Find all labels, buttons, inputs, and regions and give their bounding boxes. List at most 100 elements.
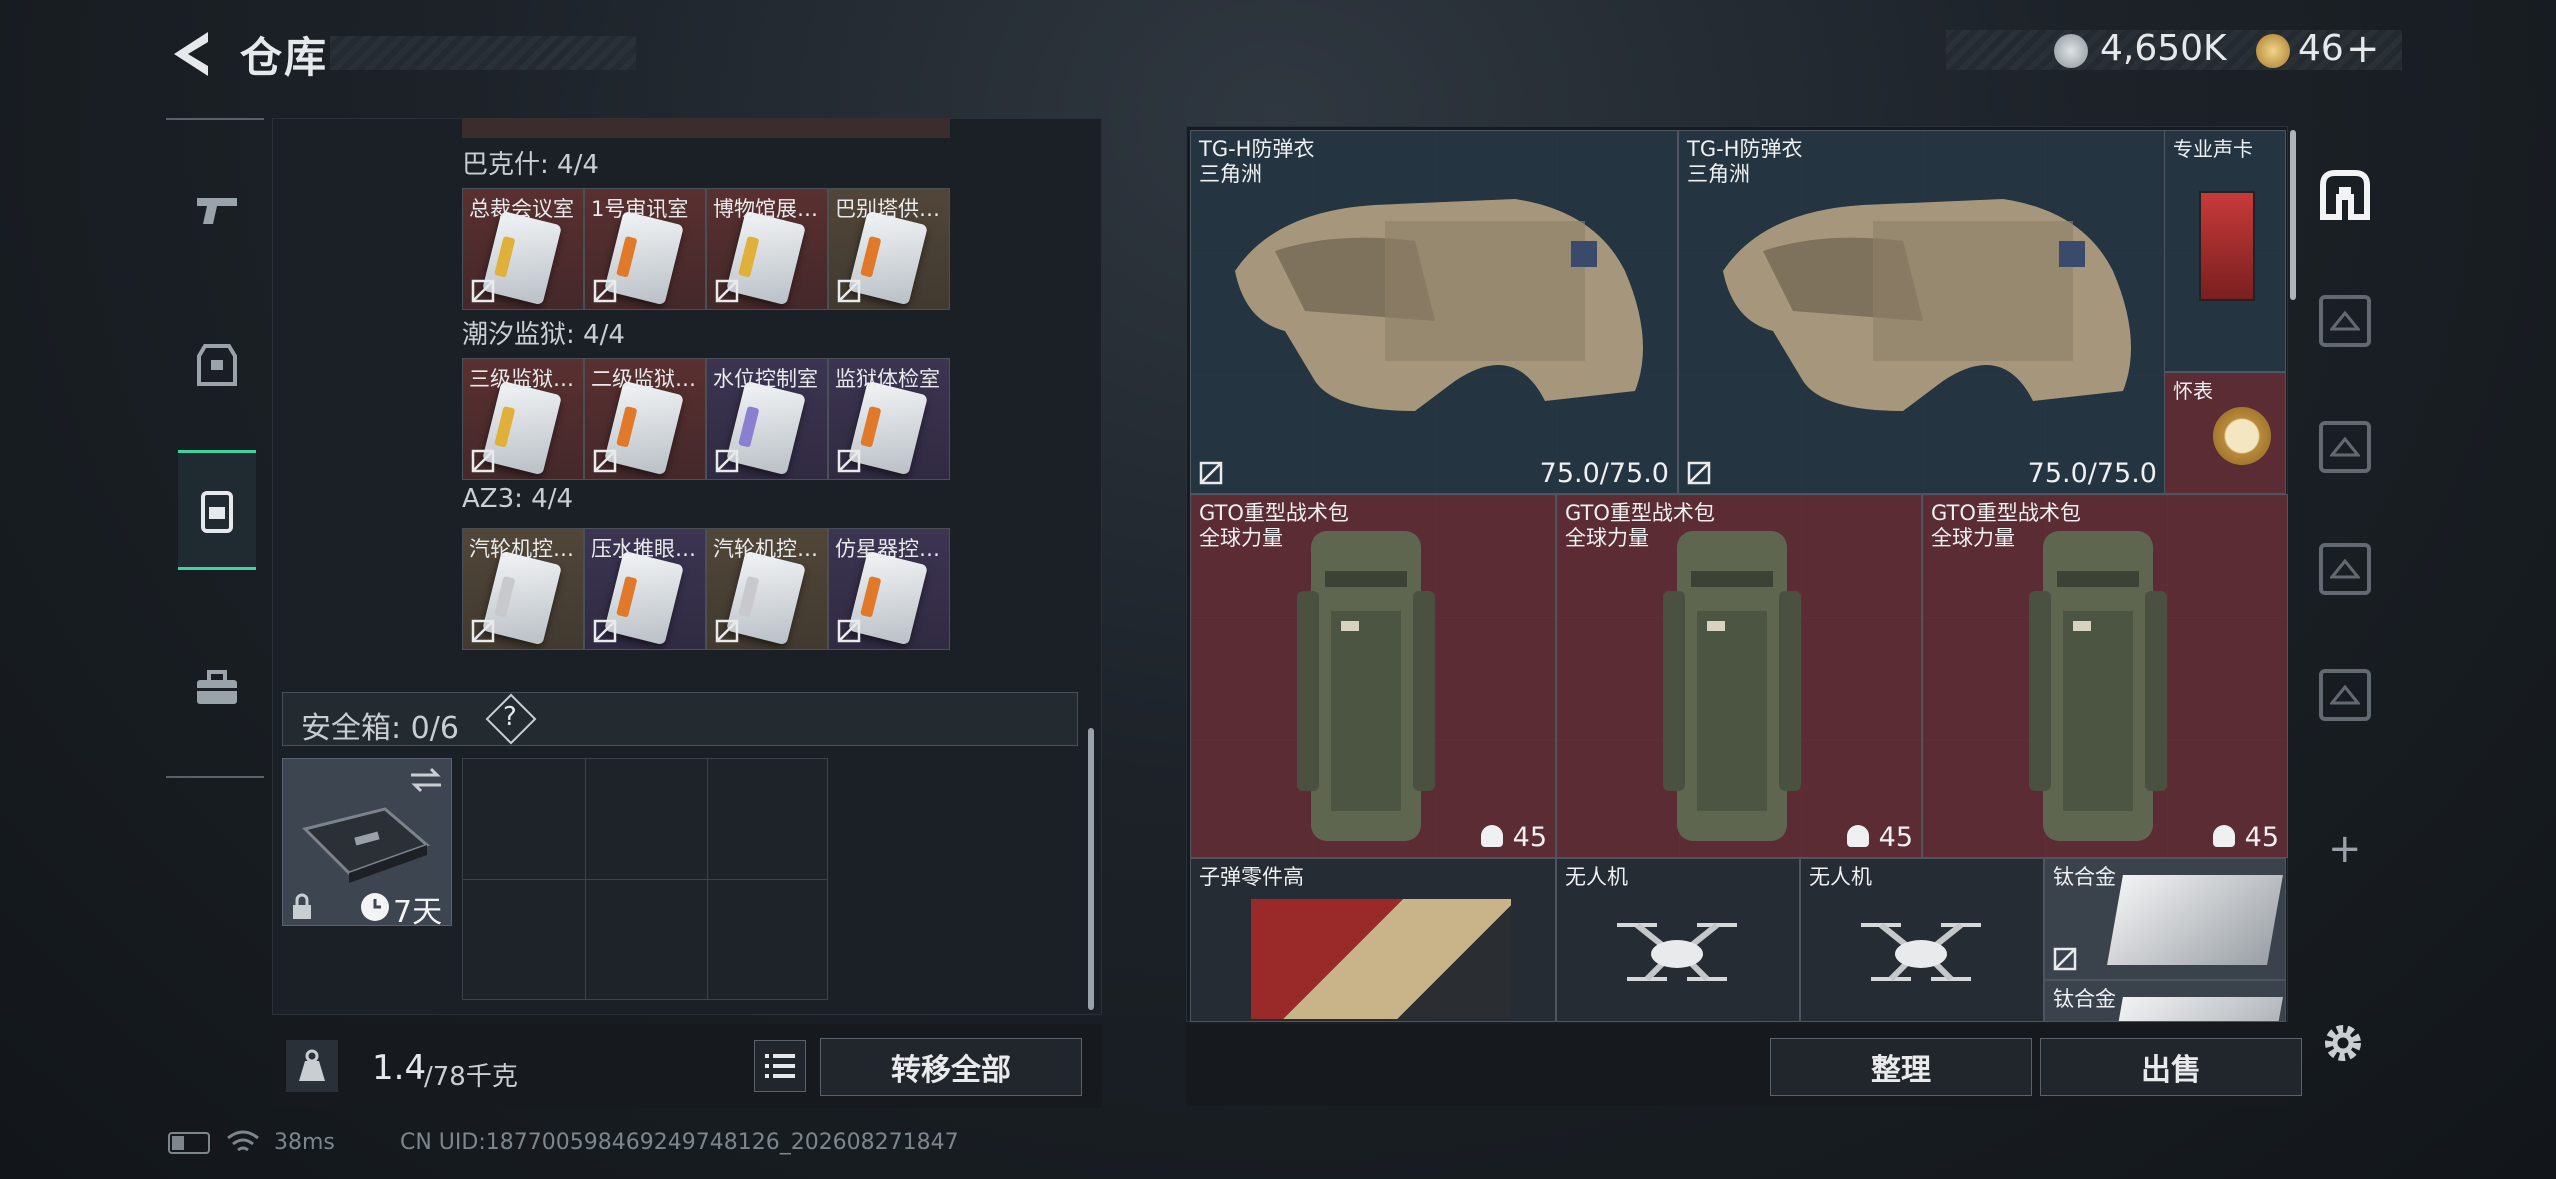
small-item[interactable]: 怀表 (2164, 372, 2286, 494)
stash-page-1-icon (2319, 295, 2371, 347)
titanium-image (2107, 875, 2283, 965)
help-icon[interactable]: ? (503, 702, 517, 732)
keycard-stripe (860, 405, 882, 448)
drone-image (1607, 909, 1747, 1003)
no-insure-icon (1687, 461, 1711, 485)
stash-item[interactable]: 无人机 (1800, 858, 2044, 1022)
battery-icon (168, 1132, 210, 1154)
keycard-stripe (616, 405, 638, 448)
keycard-stripe (494, 575, 516, 618)
weight-max: /78千克 (424, 1062, 518, 1092)
vest-item[interactable]: TG-H防弹衣 三角洲 75.0/75.0 (1678, 130, 2166, 494)
backpack-item[interactable]: GTO重型战术包 全球力量 45 (1922, 494, 2288, 858)
add-currency-button[interactable]: + (2346, 26, 2380, 72)
keycard-label: 巴别塔供… (835, 197, 940, 221)
coin-icon (2054, 34, 2088, 68)
no-insure-icon (837, 279, 861, 303)
keycard-item[interactable]: 巴别塔供… (828, 188, 950, 310)
capacity-icon (2213, 825, 2235, 847)
safe-box-item[interactable]: 7天 (282, 758, 452, 930)
nav-cases[interactable] (178, 628, 256, 748)
safe-box-grid[interactable] (462, 758, 828, 1000)
add-stash-page-button[interactable]: + (2328, 826, 2362, 872)
item-name: GTO重型战术包 (1931, 501, 2081, 525)
stash-item[interactable]: 钛合金 (2044, 980, 2286, 1022)
stash-item[interactable]: 无人机 (1556, 858, 1800, 1022)
item-name: 怀表 (2173, 379, 2213, 403)
nav-weapons[interactable] (178, 150, 256, 270)
keycard-item[interactable]: 三级监狱… (462, 358, 584, 480)
keycard-item[interactable]: 汽轮机控… (706, 528, 828, 650)
keycard-stripe (494, 235, 516, 278)
vest-image (1215, 191, 1655, 425)
backpack-icon (201, 491, 233, 533)
safe-box-header: 安全箱: 0/6 ? (282, 692, 1078, 746)
item-brand: 全球力量 (1931, 526, 2015, 550)
small-item[interactable]: 专业声卡 (2164, 130, 2286, 372)
uid-text: CN UID:18770059846924974812​6_2026082718… (400, 1130, 959, 1155)
keycard-stripe (860, 235, 882, 278)
keycard-item[interactable]: 二级监狱… (584, 358, 706, 480)
item-name: 专业声卡 (2173, 137, 2253, 161)
safe-box-label: 安全箱: 0/6 (301, 711, 459, 746)
currency-amount: 4,650K (2100, 28, 2227, 69)
stash-item[interactable]: 子弹零件高 (1190, 858, 1556, 1022)
keycard-item[interactable]: 仿星器控… (828, 528, 950, 650)
section-title: AZ3: 4/4 (462, 484, 574, 514)
stash-page-tab-3[interactable] (2312, 536, 2378, 602)
keycard-item[interactable]: 压水推眼… (584, 528, 706, 650)
stash-page-tab-4[interactable] (2312, 662, 2378, 728)
keycard-item[interactable]: 汽轮机控… (462, 528, 584, 650)
stash-page-tab-1[interactable] (2312, 288, 2378, 354)
keycard-stripe (494, 405, 516, 448)
settings-button[interactable] (2318, 1018, 2368, 1068)
keycard-item[interactable]: 监狱体检室 (828, 358, 950, 480)
no-insure-icon (837, 449, 861, 473)
premium-amount: 46 (2298, 28, 2344, 69)
item-name: GTO重型战术包 (1565, 501, 1715, 525)
organize-button[interactable]: 整理 (1770, 1038, 2032, 1096)
page-title: 仓库 (240, 33, 329, 82)
stash-scrollbar[interactable] (2290, 130, 2296, 300)
wifi-icon (227, 1130, 259, 1152)
sell-button[interactable]: 出售 (2040, 1038, 2302, 1096)
no-insure-icon (593, 449, 617, 473)
transfer-all-button[interactable]: 转移全部 (820, 1038, 1082, 1096)
list-icon (765, 1054, 795, 1078)
item-name: 无人机 (1565, 865, 1628, 889)
keycard-stripe (860, 575, 882, 618)
stash-item[interactable]: 钛合金 (2044, 858, 2286, 980)
stash-home-tab[interactable] (2312, 162, 2378, 228)
backpack-item[interactable]: GTO重型战术包 全球力量 45 (1190, 494, 1556, 858)
titanium-image (2107, 997, 2283, 1021)
no-insure-icon (715, 279, 739, 303)
keycard-item[interactable]: 博物馆展… (706, 188, 828, 310)
vest-item[interactable]: TG-H防弹衣 三角洲 75.0/75.0 (1190, 130, 1678, 494)
nav-backpacks[interactable] (178, 450, 256, 570)
section-title: 潮汐监狱: 4/4 (462, 320, 625, 350)
capacity-value: 45 (2244, 822, 2279, 853)
keycard-label: 总裁会议室 (469, 197, 574, 221)
inventory-scrollbar[interactable] (1088, 728, 1094, 1010)
capacity-value: 45 (1878, 822, 1913, 853)
back-arrow-icon[interactable] (168, 28, 214, 80)
no-insure-icon (471, 619, 495, 643)
vest-image (1703, 191, 2143, 425)
keycard-item[interactable]: 总裁会议室 (462, 188, 584, 310)
no-insure-icon (1199, 461, 1223, 485)
item-brand: 三角洲 (1687, 162, 1750, 186)
nav-armor[interactable] (178, 305, 256, 425)
premium-coin-icon (2256, 34, 2290, 68)
keycard-label: 二级监狱… (591, 367, 696, 391)
keycard-item[interactable]: 水位控制室 (706, 358, 828, 480)
safe-case-icon (302, 807, 430, 883)
drone-image (1851, 909, 1991, 1003)
armor-icon (197, 344, 237, 386)
list-view-button[interactable] (754, 1040, 806, 1092)
keycard-item[interactable]: 1号审讯室 (584, 188, 706, 310)
backpack-item[interactable]: GTO重型战术包 全球力量 45 (1556, 494, 1922, 858)
weight-icon (286, 1040, 338, 1092)
stash-page-tab-2[interactable] (2312, 414, 2378, 480)
keycard-label: 三级监狱… (469, 367, 574, 391)
keycard-label: 汽轮机控… (469, 537, 574, 561)
